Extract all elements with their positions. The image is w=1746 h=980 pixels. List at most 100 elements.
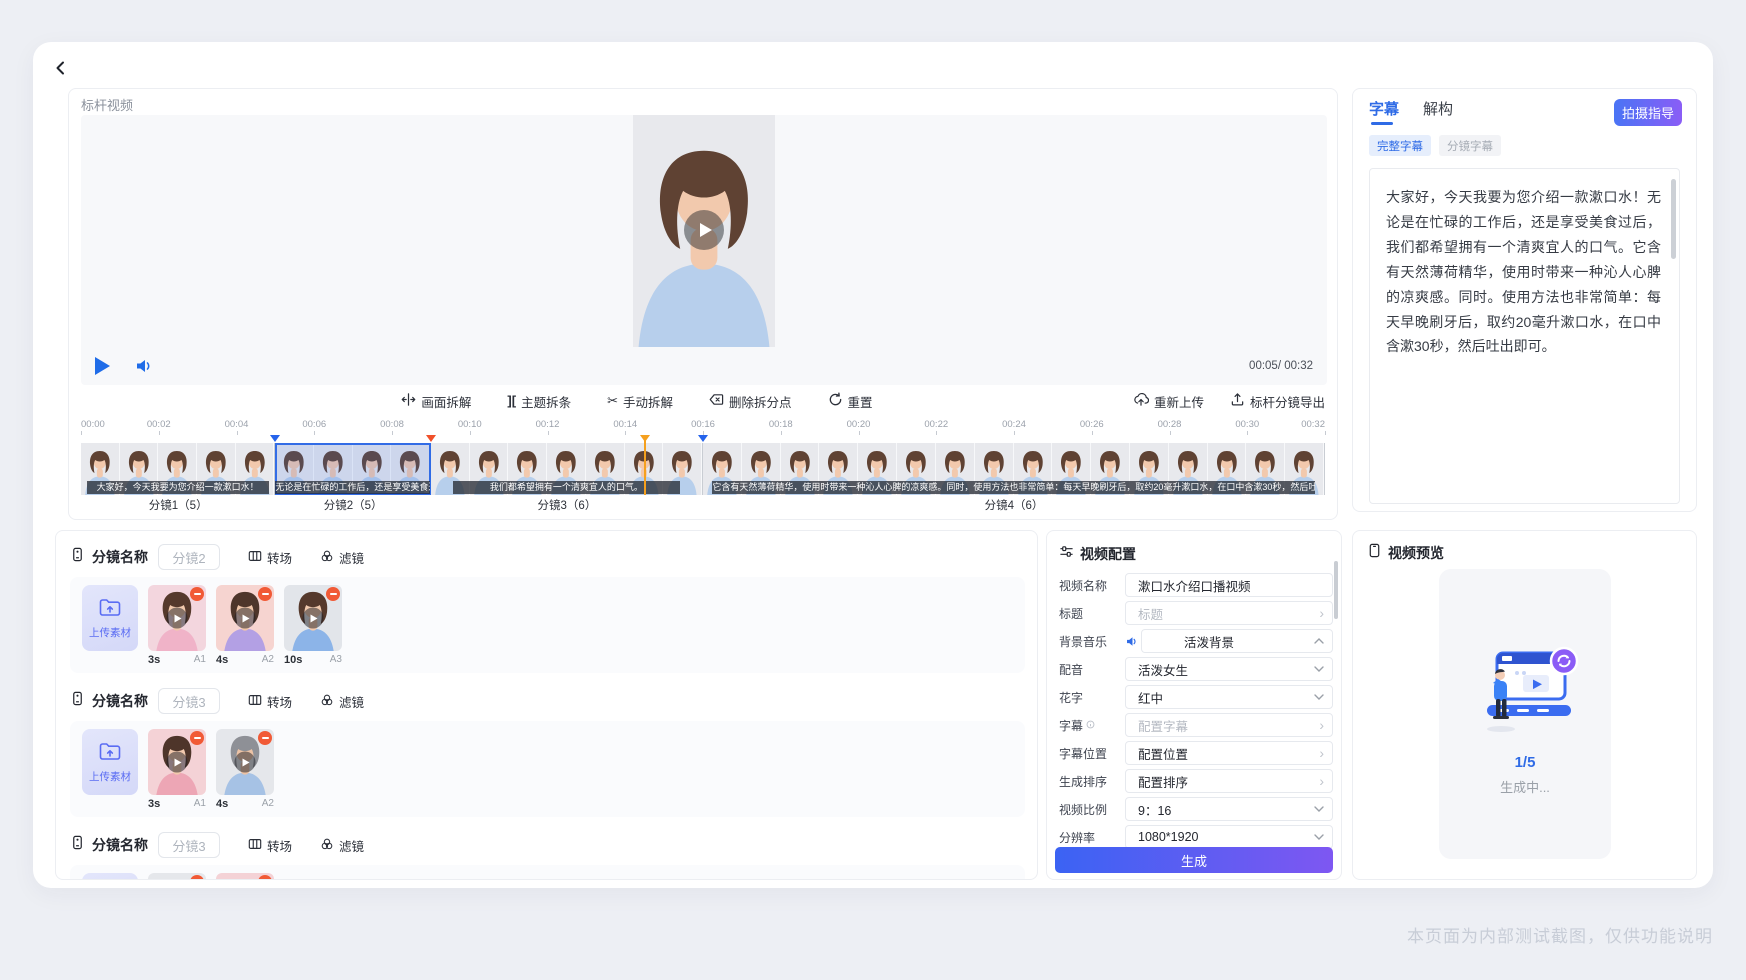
config-field-label: 生成排序 xyxy=(1059,773,1125,790)
toolbar-reset[interactable]: 重置 xyxy=(828,392,873,411)
clip-thumbnail[interactable] xyxy=(148,729,206,795)
clip-meta: 3s A1 xyxy=(148,798,206,810)
clip-thumbnail[interactable] xyxy=(216,873,274,880)
timeline-marker-pin[interactable] xyxy=(426,435,436,442)
clip-play-icon[interactable] xyxy=(235,752,256,773)
subtitle-panel: 字幕 解构 拍摄指导 完整字幕 分镜字幕 大家好，今天我要为您介绍一款漱口水！无… xyxy=(1352,88,1697,512)
remove-clip-button[interactable] xyxy=(258,587,272,601)
filter-button[interactable]: 滤镜 xyxy=(320,692,364,711)
section-label-benchmark-video: 标杆视频 xyxy=(81,97,1325,115)
config-field-link[interactable]: 配置位置 › xyxy=(1125,741,1333,765)
timeline-playhead[interactable] xyxy=(644,435,646,495)
chevron-down-icon xyxy=(1314,806,1324,812)
clip-thumbnail[interactable] xyxy=(284,585,342,651)
config-field-select-open[interactable]: 活泼背景 xyxy=(1141,629,1333,653)
clip-thumbnail[interactable] xyxy=(148,873,206,880)
timeline-marker-pin[interactable] xyxy=(270,435,280,442)
clip-thumbnail[interactable] xyxy=(148,585,206,651)
clip-tag: A1 xyxy=(194,798,206,810)
filter-button[interactable]: 滤镜 xyxy=(320,548,364,567)
config-field-link[interactable]: 配置字幕 › xyxy=(1125,713,1333,737)
config-field-select[interactable]: 9：16 xyxy=(1125,797,1333,821)
upload-material-button[interactable]: 上传素材 xyxy=(82,729,138,795)
config-field-link[interactable]: 标题 › xyxy=(1125,601,1333,625)
toolbar-scissors[interactable]: ✂ 手动拆解 xyxy=(607,392,673,411)
subtitle-scrollbar[interactable] xyxy=(1671,179,1676,259)
clip-tag: A2 xyxy=(262,654,274,666)
clip-duration: 4s xyxy=(216,798,228,810)
config-field-label: 字幕 xyxy=(1059,717,1125,734)
chevron-right-icon: › xyxy=(1319,606,1324,620)
ruler-tick-label: 00:12 xyxy=(536,419,560,430)
remove-clip-button[interactable] xyxy=(326,587,340,601)
remove-clip-button[interactable] xyxy=(258,731,272,745)
subtitle-textbox[interactable]: 大家好，今天我要为您介绍一款漱口水！无论是在忙碌的工作后，还是享受美食过后，我们… xyxy=(1369,168,1680,504)
filter-button[interactable]: 滤镜 xyxy=(320,836,364,855)
toolbar-frame-split[interactable]: 画面拆解 xyxy=(401,392,471,411)
timeline-segment[interactable]: 它含有天然薄荷精华，使用时带来一种沁人心脾的凉爽感。同时，使用方法也非常简单：每… xyxy=(703,443,1325,495)
config-field-select[interactable]: 1080*1920 xyxy=(1125,825,1333,849)
timeline-segment[interactable]: 我们都希望拥有一个清爽宜人的口气。 xyxy=(431,443,703,495)
upload-material-button[interactable]: 上传素材 xyxy=(82,585,138,651)
clip-play-icon[interactable] xyxy=(235,608,256,629)
config-field-input[interactable]: 漱口水介绍口播视频 xyxy=(1125,573,1333,597)
storyboard-name-input[interactable]: 分镜3 xyxy=(158,688,220,714)
shooting-guide-button[interactable]: 拍摄指导 xyxy=(1614,99,1682,126)
segment-label: 分镜4（6） xyxy=(703,497,1325,513)
toolbar-reupload[interactable]: 重新上传 xyxy=(1133,392,1204,411)
filter-icon xyxy=(320,837,334,854)
storyboard-row-header: 分镜名称 分镜3 转场 滤镜 xyxy=(70,831,1023,859)
toolbar-delete-point[interactable]: 删除拆分点 xyxy=(709,392,792,411)
remove-clip-button[interactable] xyxy=(190,731,204,745)
clip-thumbnail[interactable] xyxy=(216,585,274,651)
remove-clip-button[interactable] xyxy=(190,587,204,601)
clip-tag: A2 xyxy=(262,798,274,810)
transition-button[interactable]: 转场 xyxy=(248,692,292,711)
config-field-row: 分辨率 1080*1920 xyxy=(1059,825,1333,849)
play-button[interactable] xyxy=(95,357,110,375)
segment-caption: 无论是在忙碌的工作后，还是享受美食过后。 xyxy=(275,481,430,494)
config-field-select[interactable]: 活泼女生 xyxy=(1125,657,1333,681)
config-scrollbar[interactable] xyxy=(1334,561,1338,619)
storyboard-name-input[interactable]: 分镜2 xyxy=(158,544,220,570)
back-button[interactable] xyxy=(53,60,75,82)
toolbar-topic-split[interactable]: ][ 主题拆条 xyxy=(507,392,571,411)
segment-caption: 我们都希望拥有一个清爽宜人的口气。 xyxy=(453,481,681,494)
ruler-tick-label: 00:08 xyxy=(380,419,404,430)
timeline-marker-pin[interactable] xyxy=(698,435,708,442)
generate-button[interactable]: 生成 xyxy=(1055,847,1333,873)
ruler-tick-label: 00:30 xyxy=(1235,419,1259,430)
timeline-segment[interactable]: 大家好，今天我要为您介绍一款漱口水！ xyxy=(81,443,275,495)
ruler-tick-label: 00:10 xyxy=(458,419,482,430)
storyboard-row-header: 分镜名称 分镜2 转场 滤镜 xyxy=(70,543,1023,571)
volume-icon[interactable] xyxy=(134,357,154,375)
storyboard-name-input[interactable]: 分镜3 xyxy=(158,832,220,858)
ruler-tick-label: 00:18 xyxy=(769,419,793,430)
video-play-overlay-button[interactable] xyxy=(684,210,724,250)
timeline-segment[interactable]: 无论是在忙碌的工作后，还是享受美食过后。 xyxy=(275,443,431,495)
segment-label: 分镜1（5） xyxy=(81,497,275,513)
clip-play-icon[interactable] xyxy=(167,608,188,629)
config-field-value: 红中 xyxy=(1138,688,1163,707)
upload-folder-icon xyxy=(98,740,122,765)
config-field-label: 背景音乐 xyxy=(1059,633,1125,650)
clip-play-icon[interactable] xyxy=(303,608,324,629)
upload-material-button[interactable]: 上传素材 xyxy=(82,873,138,880)
clip-item: 3s A1 xyxy=(148,729,206,809)
config-field-select[interactable]: 红中 xyxy=(1125,685,1333,709)
chip-shot-subtitles[interactable]: 分镜字幕 xyxy=(1439,135,1501,156)
clip-play-icon[interactable] xyxy=(167,752,188,773)
timeline-ruler[interactable]: 00:0000:0200:0400:0600:0800:1000:1200:14… xyxy=(81,417,1325,435)
config-field-link[interactable]: 配置排序 › xyxy=(1125,769,1333,793)
transition-button[interactable]: 转场 xyxy=(248,836,292,855)
tab-deconstruct[interactable]: 解构 xyxy=(1423,98,1453,125)
clip-thumbnail[interactable] xyxy=(216,729,274,795)
info-circle-icon xyxy=(1086,718,1095,732)
config-field-value: 漱口水介绍口播视频 xyxy=(1138,576,1251,595)
transition-button[interactable]: 转场 xyxy=(248,548,292,567)
tab-subtitles[interactable]: 字幕 xyxy=(1369,98,1399,125)
ruler-tick-label: 00:02 xyxy=(147,419,171,430)
toolbar-export[interactable]: 标杆分镜导出 xyxy=(1230,392,1325,411)
chip-full-subtitles[interactable]: 完整字幕 xyxy=(1369,135,1431,156)
config-field-label: 配音 xyxy=(1059,661,1125,678)
